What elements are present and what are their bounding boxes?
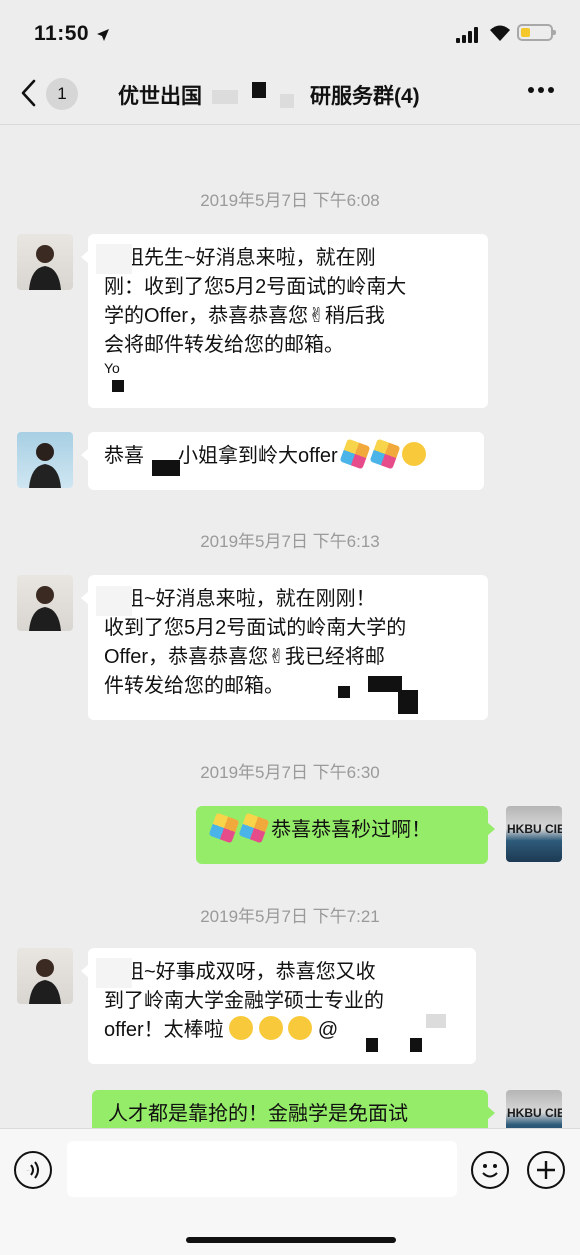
redaction [112, 380, 124, 392]
redaction [398, 690, 418, 714]
redaction [366, 1038, 378, 1052]
message-line: 人才都是靠抢的！金融学是免面试 [108, 1103, 408, 1125]
hugging-face-icon [229, 1016, 254, 1040]
message-line: 小姐~好事成双呀，恭喜您又收 [104, 961, 376, 983]
timestamp: 2019年5月7日 下午6:13 [200, 532, 380, 551]
message-input[interactable] [67, 1141, 457, 1197]
chat-title: 优世出国 研服务群(4) [118, 80, 420, 110]
redaction [338, 686, 350, 698]
message-line-row: offer！太棒啦 @ [104, 1016, 460, 1045]
wifi-icon [490, 25, 510, 41]
avatar-caption: HKBU CIE [507, 1106, 562, 1120]
back-chevron-icon[interactable] [18, 78, 42, 108]
message-bubble[interactable]: 恭喜 小姐拿到岭大offer [81, 432, 484, 490]
party-popper-icon [238, 812, 269, 844]
chat-title-prefix: 优世出国 [118, 85, 202, 108]
party-popper-icon [339, 438, 371, 470]
message-line: 到了岭南大学金融学硕士专业的 [104, 990, 384, 1012]
timestamp: 2019年5月7日 下午7:21 [200, 907, 380, 926]
hugging-face-icon [288, 1016, 313, 1040]
redaction-blur [280, 94, 294, 108]
emoji-icon [482, 1164, 498, 1178]
timestamp: 2019年5月7日 下午6:08 [200, 191, 380, 210]
message-line: 会将邮件转发给您的邮箱。 [104, 334, 344, 356]
status-time: 11:50 [34, 22, 90, 45]
status-bar: 11:50 [0, 0, 580, 64]
voice-input-button[interactable] [14, 1151, 52, 1189]
redaction [410, 1038, 422, 1052]
message-line: offer！太棒啦 [104, 1019, 224, 1041]
plus-icon [537, 1161, 555, 1179]
message-line: 恭喜 [104, 445, 144, 467]
grinning-face-icon [402, 442, 427, 466]
battery-icon [517, 24, 556, 41]
message-line: 小姐~好消息来啦，就在刚刚！ [104, 588, 376, 610]
message-line: 刚：收到了您5月2号面试的岭南大 [104, 276, 407, 298]
message-line: 恭喜恭喜秒过啊！ [271, 819, 432, 841]
location-arrow-icon [97, 29, 109, 41]
cellular-signal-icon [456, 27, 482, 43]
more-dots-icon[interactable] [527, 86, 555, 94]
avatar[interactable] [17, 234, 73, 290]
more-functions-button[interactable] [527, 1151, 565, 1189]
input-bar [0, 1128, 580, 1255]
avatar[interactable] [17, 948, 73, 1004]
party-popper-icon [208, 812, 240, 844]
my-avatar[interactable]: HKBU CIE [506, 806, 562, 862]
avatar[interactable] [17, 432, 73, 488]
redaction [252, 82, 266, 98]
avatar[interactable] [17, 575, 73, 631]
timestamp: 2019年5月7日 下午6:30 [200, 763, 380, 782]
message-line: 小姐拿到岭大offer [178, 445, 338, 467]
redaction-blur [96, 244, 132, 274]
redaction [152, 460, 180, 476]
message-line: 小姐先生~好消息来啦，就在刚 [104, 247, 376, 269]
unread-count-badge[interactable]: 1 [46, 78, 78, 110]
message-line: 学的Offer，恭喜恭喜您✌稍后我 [104, 305, 385, 327]
hugging-face-icon [258, 1016, 283, 1040]
redaction-blur [96, 958, 132, 988]
voice-icon [26, 1161, 39, 1179]
redaction-blur [212, 90, 238, 104]
message-bubble[interactable]: 小姐~好消息来啦，就在刚刚！ 收到了您5月2号面试的岭南大学的 Offer，恭喜… [81, 575, 488, 720]
chat-title-suffix: 研服务群(4) [310, 85, 420, 108]
message-bubble[interactable]: 小姐先生~好消息来啦，就在刚 刚：收到了您5月2号面试的岭南大 学的Offer，… [81, 234, 488, 408]
message-line: Offer，恭喜恭喜您✌我已经将邮 [104, 646, 385, 668]
party-popper-icon [369, 438, 401, 470]
avatar-caption: HKBU CIE [507, 822, 562, 836]
redaction [368, 676, 402, 692]
mention-symbol: @ [317, 1019, 339, 1041]
redaction-blur [96, 586, 132, 616]
emoji-button[interactable] [471, 1151, 509, 1189]
message-line: Yo [104, 360, 120, 376]
my-message-bubble[interactable]: 恭喜恭喜秒过啊！ [196, 806, 495, 864]
home-indicator [186, 1237, 396, 1243]
message-line: 收到了您5月2号面试的岭南大学的 [104, 617, 407, 639]
redaction-blur [426, 1014, 446, 1028]
